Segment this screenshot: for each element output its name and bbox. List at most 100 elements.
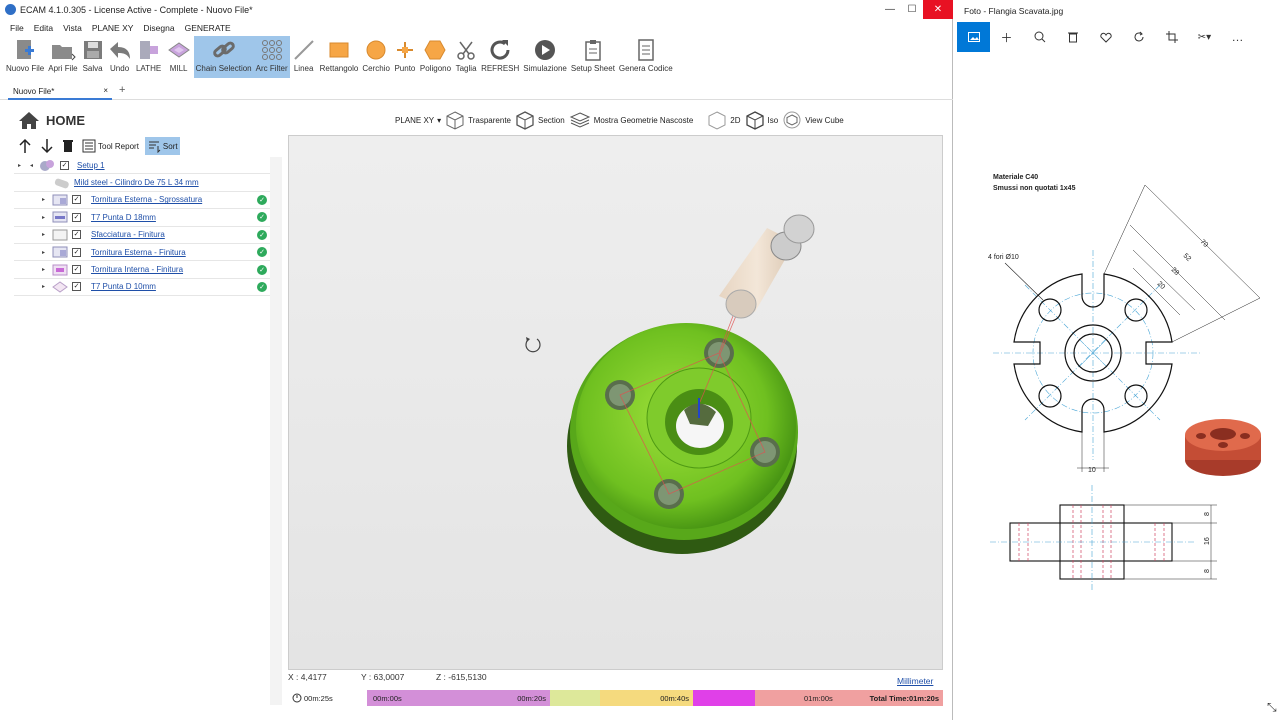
expand-icon[interactable]: ▸ [42, 196, 45, 203]
checkbox[interactable]: ✓ [72, 282, 81, 292]
menu-bar: File Edita Vista PLANE XY Disegna GENERA… [0, 20, 953, 36]
tool-report-button[interactable]: Tool Report [80, 137, 141, 155]
tab-close-icon[interactable]: × [103, 86, 108, 95]
image-icon [967, 32, 980, 42]
resize-grip-icon[interactable]: ⤡ [1267, 700, 1277, 715]
tree-label[interactable]: Tornitura Esterna - Finitura [91, 248, 186, 257]
rotate-icon [1134, 31, 1143, 42]
collapse-icon[interactable]: ◂ [30, 162, 33, 169]
tree-row-operation[interactable]: ▸ ✓ T7 Punta D 10mm ✓ [14, 279, 270, 297]
menu-plane-xy[interactable]: PLANE XY [92, 23, 134, 33]
simulation-button[interactable]: Simulazione [521, 36, 569, 78]
more-button[interactable]: … [1221, 22, 1254, 52]
circle-button[interactable]: Cerchio [360, 36, 392, 78]
tree-row-operation[interactable]: ▸ ✓ Sfacciatura - Finitura ✓ [14, 227, 270, 244]
3d-viewport[interactable] [288, 135, 943, 670]
status-ok-icon: ✓ [257, 247, 267, 258]
tree-label[interactable]: Mild steel - Cilindro De 75 L 34 mm [74, 178, 199, 187]
open-file-button[interactable]: Apri File [46, 36, 79, 78]
document-icon [638, 39, 654, 61]
delete-photo-button[interactable] [1056, 22, 1089, 52]
crop-button[interactable] [1155, 22, 1188, 52]
edit-button[interactable]: ✂▾ [1188, 22, 1221, 52]
simulation-timeline[interactable]: 00m:25s 00m:00s 00m:20s 00m:40s 01m:00s … [288, 690, 943, 706]
move-up-button[interactable] [16, 137, 34, 155]
generate-code-button[interactable]: Genera Codice [617, 36, 675, 78]
add-tab-button[interactable]: + [119, 84, 125, 96]
view-cube-button[interactable]: View Cube [782, 110, 844, 130]
status-ok-icon: ✓ [257, 264, 267, 275]
chain-selection-button[interactable]: Chain Selection [193, 36, 254, 78]
expand-icon[interactable]: ▸ [18, 162, 21, 169]
plane-dropdown[interactable]: PLANE XY ▾ [395, 116, 441, 125]
menu-disegna[interactable]: Disegna [143, 23, 174, 33]
favorite-button[interactable] [1089, 22, 1122, 52]
close-button[interactable]: ✕ [923, 0, 953, 19]
mill-button[interactable]: MILL [164, 36, 194, 78]
tree-row-operation[interactable]: ▸ ✓ T7 Punta D 18mm ✓ [14, 209, 270, 227]
refresh-button[interactable]: REFRESH [479, 36, 521, 78]
add-button[interactable]: ＋ [990, 22, 1023, 52]
dimension-label: 52 [1182, 252, 1193, 263]
checkbox[interactable]: ✓ [72, 230, 81, 240]
tree-row-stock[interactable]: Mild steel - Cilindro De 75 L 34 mm [14, 174, 270, 192]
tree-label[interactable]: T7 Punta D 10mm [91, 282, 156, 291]
holes-note: 4 fori Ø10 [988, 254, 1019, 261]
checkbox[interactable]: ✓ [72, 212, 81, 222]
lathe-button[interactable]: LATHE [134, 36, 164, 78]
move-down-button[interactable] [38, 137, 56, 155]
rotate-button[interactable] [1122, 22, 1155, 52]
chain-icon [212, 41, 235, 58]
expand-icon[interactable]: ▸ [42, 283, 45, 290]
menu-edita[interactable]: Edita [34, 23, 53, 33]
polygon-button[interactable]: Poligono [418, 36, 453, 78]
tree-label[interactable]: Tornitura Interna - Finitura [91, 265, 183, 274]
cut-button[interactable]: Taglia [453, 36, 479, 78]
checkbox[interactable]: ✓ [72, 195, 81, 205]
tab-nuovo-file[interactable]: Nuovo File* × [8, 84, 112, 100]
sort-button[interactable]: Sort [144, 137, 180, 155]
tree-label[interactable]: Sfacciatura - Finitura [91, 230, 165, 239]
minimize-button[interactable]: — [879, 0, 901, 19]
checkbox[interactable]: ✓ [72, 265, 81, 275]
arc-filter-button[interactable]: Arc Filter [253, 36, 290, 78]
setup-sheet-button[interactable]: Setup Sheet [569, 36, 617, 78]
view-iso-button[interactable]: Iso [745, 110, 778, 130]
tree-row-setup[interactable]: ▸ ◂ ✓ Setup 1 [14, 157, 270, 175]
menu-vista[interactable]: Vista [63, 23, 82, 33]
zoom-button[interactable] [1023, 22, 1056, 52]
expand-icon[interactable]: ▸ [42, 231, 45, 238]
hidden-geometry-button[interactable]: Mostra Geometrie Nascoste [569, 110, 693, 130]
tree-row-operation[interactable]: ▸ ✓ Tornitura Interna - Finitura ✓ [14, 261, 270, 279]
menu-generate[interactable]: GENERATE [185, 23, 231, 33]
section-button[interactable]: Section [515, 110, 565, 130]
point-button[interactable]: Punto [392, 36, 418, 78]
menu-file[interactable]: File [10, 23, 24, 33]
rectangle-button[interactable]: Rettangolo [318, 36, 361, 78]
tree-row-operation[interactable]: ▸ ✓ Tornitura Esterna - Finitura ✓ [14, 244, 270, 262]
save-button[interactable]: Salva [80, 36, 106, 78]
expand-icon[interactable]: ▸ [42, 249, 45, 256]
tree-label[interactable]: T7 Punta D 18mm [91, 213, 156, 222]
view-2d-button[interactable]: 2D [707, 110, 741, 130]
expand-icon[interactable]: ▸ [42, 266, 45, 273]
x-coordinate: X : 4,4177 [288, 672, 327, 682]
unit-link[interactable]: Millimeter [897, 676, 933, 686]
maximize-button[interactable]: ☐ [901, 0, 923, 19]
undo-button[interactable]: Undo [106, 36, 134, 78]
rectangle-icon [329, 42, 349, 58]
checkbox[interactable]: ✓ [60, 160, 69, 170]
transparent-button[interactable]: Trasparente [445, 110, 511, 130]
tree-row-operation[interactable]: ▸ ✓ Tornitura Esterna - Sgrossatura ✓ [14, 192, 270, 210]
image-button[interactable] [957, 22, 990, 52]
operation-tree: ▸ ◂ ✓ Setup 1 Mild steel - Cilindro De 7… [14, 157, 270, 297]
tree-label[interactable]: Setup 1 [77, 161, 105, 170]
delete-button[interactable] [60, 137, 76, 155]
new-file-button[interactable]: Nuovo File [4, 36, 46, 78]
expand-icon[interactable]: ▸ [42, 214, 45, 221]
tree-scrollbar[interactable] [270, 157, 282, 705]
line-button[interactable]: Linea [290, 36, 318, 78]
tree-label[interactable]: Tornitura Esterna - Sgrossatura [91, 195, 202, 204]
checkbox[interactable]: ✓ [72, 247, 81, 257]
home-header[interactable]: HOME [18, 110, 85, 130]
